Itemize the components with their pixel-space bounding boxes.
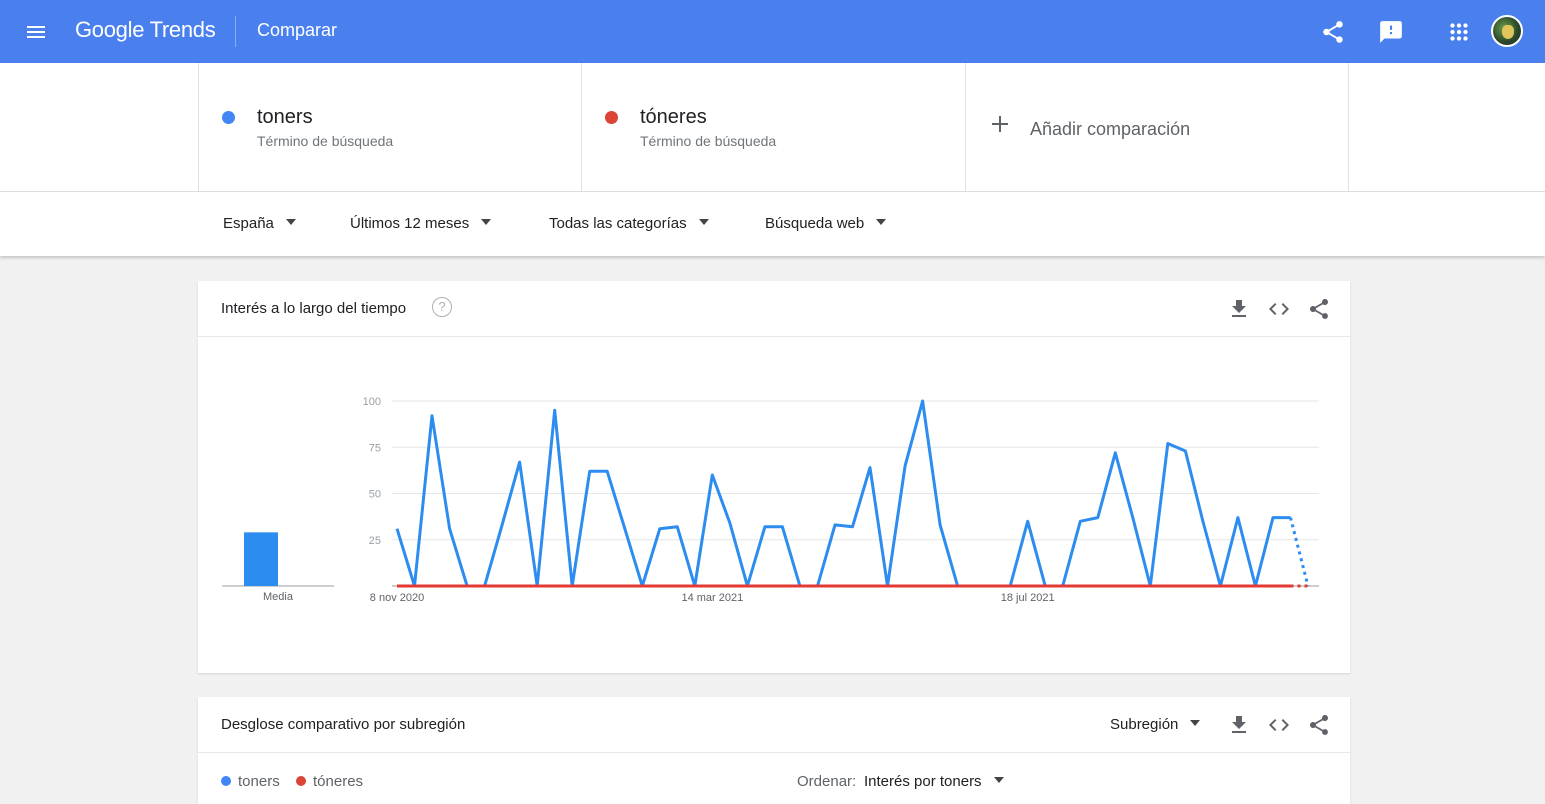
chevron-down-icon [876, 219, 887, 226]
subregion-selector[interactable]: Subregión [1110, 716, 1201, 733]
chevron-down-icon [481, 219, 492, 226]
add-comparison-button[interactable]: Añadir comparación [965, 63, 1349, 191]
term-type: Término de búsqueda [257, 133, 394, 149]
x-tick-label: 8 nov 2020 [370, 592, 424, 604]
sort-selector[interactable]: Interés por toners [864, 773, 1004, 790]
term-color-dot [605, 111, 618, 124]
legend-dot [221, 776, 231, 786]
subregion-card: Desglose comparativo por subregión Subre… [198, 697, 1350, 804]
add-comparison-label: Añadir comparación [1030, 119, 1191, 139]
legend-item-toneres: tóneres [296, 773, 363, 790]
chevron-down-icon [1190, 720, 1201, 727]
category-filter[interactable]: Todas las categorías [549, 215, 709, 232]
chevron-down-icon [698, 219, 709, 226]
logo-trends: Trends [149, 17, 216, 42]
y-tick-label: 100 [363, 396, 381, 408]
page-title: Comparar [257, 20, 338, 40]
sort-label: Ordenar: [797, 773, 857, 790]
term-type: Término de búsqueda [640, 133, 777, 149]
period-filter[interactable]: Últimos 12 meses [350, 215, 492, 232]
y-tick-label: 25 [369, 535, 381, 547]
header-divider [235, 16, 236, 47]
term-card-toneres[interactable]: tóneres Término de búsqueda [581, 63, 965, 191]
filter-bar: España Últimos 12 meses Todas las catego… [0, 192, 1545, 256]
y-tick-label: 75 [369, 442, 381, 454]
legend-label: tóneres [313, 773, 364, 790]
comparison-terms-bar: toners Término de búsqueda tóneres Térmi… [0, 63, 1545, 192]
card-title: Desglose comparativo por subregión [221, 716, 466, 733]
legend-dot [296, 776, 306, 786]
chevron-down-icon [993, 777, 1004, 784]
google-trends-logo[interactable]: Google Trends [75, 17, 216, 43]
sort-selector-label: Interés por toners [864, 773, 982, 790]
menu-icon[interactable] [24, 20, 48, 44]
y-tick-label: 50 [369, 489, 381, 501]
subregion-selector-label: Subregión [1110, 716, 1179, 733]
term-name: toners [257, 106, 313, 128]
term-color-dot [222, 111, 235, 124]
logo-google: Google [75, 17, 145, 42]
feedback-icon[interactable] [1378, 19, 1404, 45]
average-bar [244, 532, 278, 586]
share-icon[interactable] [1320, 19, 1346, 45]
share-icon[interactable] [1307, 713, 1331, 737]
plus-icon [992, 116, 1008, 132]
card-divider [198, 752, 1350, 753]
term-card-toners[interactable]: toners Término de búsqueda [198, 63, 582, 191]
term-name: tóneres [640, 106, 707, 128]
x-tick-label: 14 mar 2021 [681, 592, 743, 604]
legend-label: toners [238, 773, 280, 790]
series-partial-segment [1289, 517, 1310, 587]
embed-icon[interactable] [1267, 713, 1291, 737]
region-filter-label: España [223, 215, 274, 232]
top-app-bar: Google Trends Comparar [0, 0, 1545, 63]
average-label: Media [263, 591, 294, 603]
period-filter-label: Últimos 12 meses [350, 215, 470, 232]
region-filter[interactable]: España [223, 215, 296, 232]
search-type-filter[interactable]: Búsqueda web [765, 215, 887, 232]
interest-line-chart: 100 75 50 25 8 nov 2020 14 mar 2021 18 jul 202… [222, 396, 1319, 604]
apps-icon[interactable] [1446, 19, 1472, 45]
avatar[interactable] [1491, 15, 1523, 47]
legend-item-toners: toners [221, 773, 280, 790]
interest-over-time-card: Interés a lo largo del tiempo ? 100 75 50 2… [198, 281, 1350, 673]
x-tick-label: 18 jul 2021 [1001, 592, 1055, 604]
category-filter-label: Todas las categorías [549, 215, 687, 232]
download-icon[interactable] [1227, 713, 1251, 737]
chevron-down-icon [285, 219, 296, 226]
search-type-filter-label: Búsqueda web [765, 215, 865, 232]
